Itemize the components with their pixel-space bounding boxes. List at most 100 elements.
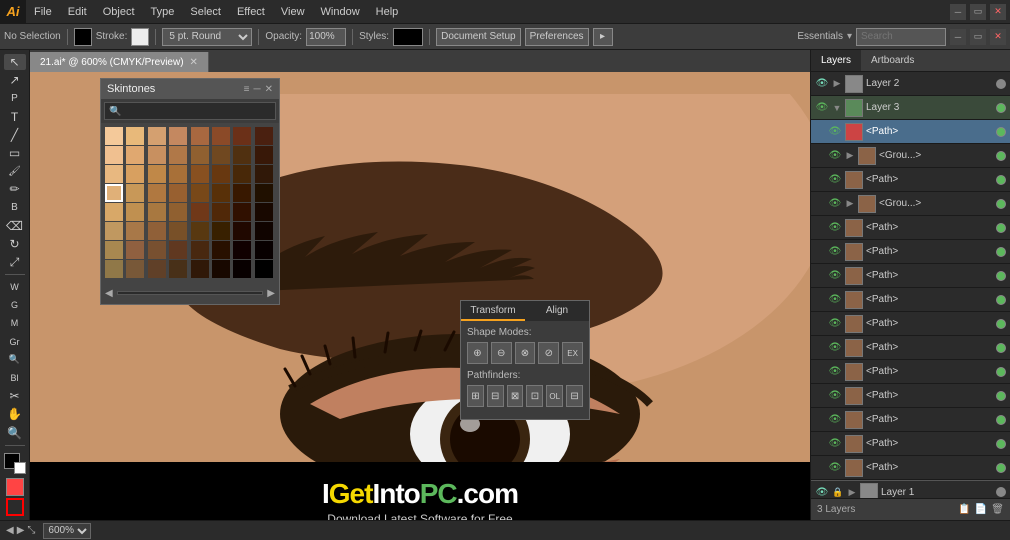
- pencil-tool[interactable]: ✏: [4, 181, 26, 197]
- swatch-cell-45[interactable]: [212, 222, 230, 240]
- canvas-area[interactable]: 21.ai* @ 600% (CMYK/Preview) ✕: [30, 50, 810, 520]
- swatch-cell-21[interactable]: [212, 165, 230, 183]
- layer-vis-p10[interactable]: 👁: [828, 461, 842, 475]
- swatch-cell-57[interactable]: [126, 260, 144, 278]
- opacity-input[interactable]: [306, 28, 346, 46]
- swatch-cell-63[interactable]: [255, 260, 273, 278]
- swatch-cell-50[interactable]: [148, 241, 166, 259]
- layer-item-path-5[interactable]: 👁 <Path>: [811, 336, 1010, 360]
- layer-visibility-path1[interactable]: 👁: [828, 125, 842, 139]
- swatch-cell-40[interactable]: [105, 222, 123, 240]
- swatch-cell-22[interactable]: [233, 165, 251, 183]
- menu-help[interactable]: Help: [368, 0, 407, 23]
- fill-swatch[interactable]: [74, 28, 92, 46]
- preferences-button[interactable]: Preferences: [525, 28, 589, 46]
- panel-prev-btn[interactable]: ◀: [105, 288, 113, 299]
- minus-back-btn[interactable]: ⊟: [566, 385, 583, 407]
- swatch-cell-8[interactable]: [105, 146, 123, 164]
- swatch-cell-46[interactable]: [233, 222, 251, 240]
- swatch-cell-53[interactable]: [212, 241, 230, 259]
- delete-layer-icon[interactable]: 🗑: [991, 504, 1004, 515]
- mesh-tool[interactable]: M: [4, 315, 26, 331]
- background-swatch[interactable]: [14, 462, 26, 474]
- layer-item-path-4[interactable]: 👁 <Path>: [811, 312, 1010, 336]
- layer-expand-layer1[interactable]: ▶: [847, 487, 857, 498]
- layer-item-path-6[interactable]: 👁 <Path>: [811, 360, 1010, 384]
- layer-item-group1[interactable]: 👁 ▶ <Grou...>: [811, 144, 1010, 168]
- crop-btn[interactable]: ⊡: [526, 385, 543, 407]
- swatch-cell-10[interactable]: [148, 146, 166, 164]
- divide-btn[interactable]: ⊞: [467, 385, 484, 407]
- document-setup-button[interactable]: Document Setup: [436, 28, 521, 46]
- zoom-select[interactable]: 600% 300% 100% 50%: [43, 523, 91, 539]
- swatch-cell-15[interactable]: [255, 146, 273, 164]
- layer-visibility-group1[interactable]: 👁: [828, 149, 842, 163]
- panel-restore-button[interactable]: ▭: [970, 29, 986, 45]
- layer-expand-layer2[interactable]: ▶: [832, 78, 842, 89]
- layer-vis-p6[interactable]: 👁: [828, 365, 842, 379]
- rect-tool[interactable]: ▭: [4, 145, 26, 161]
- layer-item-path-3[interactable]: 👁 <Path>: [811, 288, 1010, 312]
- pen-tool[interactable]: P: [4, 90, 26, 106]
- swatch-cell-43[interactable]: [169, 222, 187, 240]
- swatch-cell-31[interactable]: [255, 184, 273, 202]
- close-button[interactable]: ✕: [990, 4, 1006, 20]
- rotate-tool[interactable]: ↻: [4, 236, 26, 252]
- type-tool[interactable]: T: [4, 109, 26, 125]
- panel-minimize-btn[interactable]: ─: [254, 84, 261, 95]
- artboards-tab[interactable]: Artboards: [861, 50, 924, 71]
- swatch-cell-61[interactable]: [212, 260, 230, 278]
- gradient-tool[interactable]: Gr: [4, 334, 26, 350]
- layer-item-path-2[interactable]: 👁 <Path>: [811, 264, 1010, 288]
- layer-vis-p8[interactable]: 👁: [828, 413, 842, 427]
- warp-tool[interactable]: W: [4, 279, 26, 295]
- document-tab[interactable]: 21.ai* @ 600% (CMYK/Preview) ✕: [30, 52, 209, 72]
- swatch-cell-36[interactable]: [191, 203, 209, 221]
- toolbar-extra-btn[interactable]: ▸: [593, 28, 613, 46]
- tab-transform[interactable]: Transform: [461, 301, 525, 321]
- swatch-cell-23[interactable]: [255, 165, 273, 183]
- menu-type[interactable]: Type: [143, 0, 183, 23]
- swatch-cell-3[interactable]: [169, 127, 187, 145]
- new-layer-icon[interactable]: 📄: [975, 504, 987, 515]
- layers-tab[interactable]: Layers: [811, 50, 861, 71]
- swatch-cell-47[interactable]: [255, 222, 273, 240]
- layer-item-path-7[interactable]: 👁 <Path>: [811, 384, 1010, 408]
- swatch-cell-59[interactable]: [169, 260, 187, 278]
- layer-item-layer2[interactable]: 👁 ▶ Layer 2: [811, 72, 1010, 96]
- swatch-cell-39[interactable]: [255, 203, 273, 221]
- layer-vis-p9[interactable]: 👁: [828, 437, 842, 451]
- styles-swatch[interactable]: [393, 28, 423, 46]
- tab-align[interactable]: Align: [525, 301, 589, 321]
- status-icon-1[interactable]: ◀: [6, 525, 14, 536]
- restore-button[interactable]: ▭: [970, 4, 986, 20]
- selection-tool[interactable]: ↖: [4, 54, 26, 70]
- scale-tool[interactable]: ⤢: [4, 254, 26, 270]
- line-tool[interactable]: ╱: [4, 127, 26, 143]
- swatch-cell-28[interactable]: [191, 184, 209, 202]
- merge-btn[interactable]: ⊠: [507, 385, 524, 407]
- direct-selection-tool[interactable]: ↗: [4, 72, 26, 88]
- layer-item-path-10[interactable]: 👁 <Path>: [811, 456, 1010, 480]
- swatch-cell-6[interactable]: [233, 127, 251, 145]
- trim-btn[interactable]: ⊟: [487, 385, 504, 407]
- swatch-cell-7[interactable]: [255, 127, 273, 145]
- layer-expand-group1[interactable]: ▶: [845, 150, 855, 161]
- layer-item-path-1[interactable]: 👁 <Path>: [811, 240, 1010, 264]
- layer-item-group2[interactable]: 👁 ▶ <Grou...>: [811, 192, 1010, 216]
- swatch-cell-54[interactable]: [233, 241, 251, 259]
- swatch-cell-42[interactable]: [148, 222, 166, 240]
- swatch-cell-55[interactable]: [255, 241, 273, 259]
- swatch-cell-35[interactable]: [169, 203, 187, 221]
- stroke-color-indicator[interactable]: [6, 498, 24, 516]
- menu-view[interactable]: View: [273, 0, 313, 23]
- swatch-cell-52[interactable]: [191, 241, 209, 259]
- layer-vis-p1[interactable]: 👁: [828, 245, 842, 259]
- intersect-btn[interactable]: ⊗: [515, 342, 536, 364]
- layer-item-path1[interactable]: 👁 <Path>: [811, 120, 1010, 144]
- menu-file[interactable]: File: [26, 0, 60, 23]
- swatch-cell-33[interactable]: [126, 203, 144, 221]
- swatch-cell-11[interactable]: [169, 146, 187, 164]
- hand-tool[interactable]: ✋: [4, 406, 26, 422]
- layer-visibility-group2[interactable]: 👁: [828, 197, 842, 211]
